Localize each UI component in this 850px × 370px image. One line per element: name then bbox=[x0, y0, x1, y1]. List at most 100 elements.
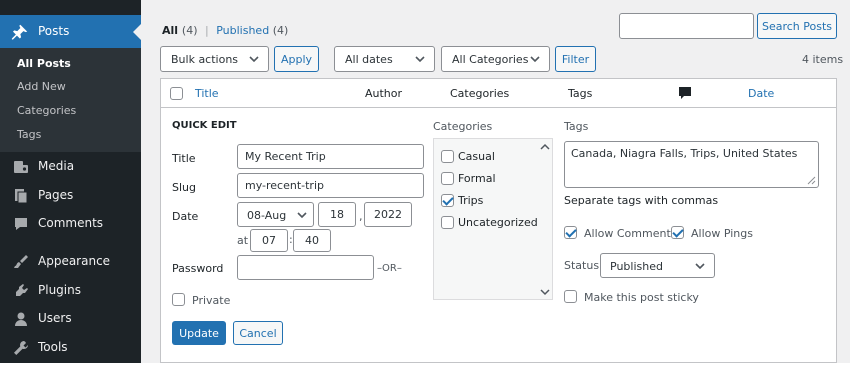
category-checkbox-casual[interactable] bbox=[441, 150, 454, 163]
categories-heading: Categories bbox=[433, 120, 493, 133]
month-select[interactable]: 08-Aug bbox=[237, 202, 314, 227]
slug-input[interactable]: my-recent-trip bbox=[237, 173, 424, 198]
minute-input[interactable]: 40 bbox=[293, 229, 331, 252]
sidebar-item-label: Tools bbox=[38, 340, 68, 354]
sidebar-item-label: Appearance bbox=[38, 254, 111, 268]
apply-button[interactable]: Apply bbox=[274, 46, 319, 72]
sticky-checkbox[interactable] bbox=[564, 290, 577, 303]
cancel-button[interactable]: Cancel bbox=[233, 321, 283, 345]
sidebar-item-label: Plugins bbox=[38, 283, 81, 297]
submenu-tags[interactable]: Tags bbox=[17, 128, 41, 141]
sidebar-item-users[interactable]: Users bbox=[0, 305, 141, 333]
posts-submenu: All Posts Add New Categories Tags bbox=[0, 48, 141, 152]
tools-icon bbox=[13, 340, 29, 359]
sidebar-item-label: Pages bbox=[38, 188, 74, 202]
tags-heading: Tags bbox=[564, 120, 589, 133]
date-label: Date bbox=[172, 210, 199, 223]
chevron-down-icon bbox=[694, 257, 706, 278]
sidebar-item-tools[interactable]: Tools bbox=[0, 334, 141, 362]
sticky-label: Make this post sticky bbox=[584, 291, 699, 304]
category-checkbox-uncategorized[interactable] bbox=[441, 216, 454, 229]
chevron-down-icon bbox=[248, 50, 260, 71]
category-checkbox-trips[interactable] bbox=[441, 194, 454, 207]
dates-value: All dates bbox=[345, 53, 393, 66]
sidebar-item-label: Posts bbox=[38, 24, 70, 38]
pin-icon bbox=[11, 23, 29, 44]
status-links: All (4) | Published (4) bbox=[162, 24, 288, 37]
tags-textarea[interactable]: Canada, Niagra Falls, Trips, United Stat… bbox=[564, 141, 819, 188]
select-all-checkbox[interactable] bbox=[170, 87, 183, 100]
allow-comments-checkbox[interactable] bbox=[564, 226, 577, 239]
day-input[interactable]: 18 bbox=[318, 202, 356, 227]
categories-value: All Categories bbox=[452, 53, 529, 66]
status-label: Status bbox=[564, 259, 600, 272]
update-button[interactable]: Update bbox=[172, 321, 226, 345]
column-categories-header: Categories bbox=[450, 87, 510, 100]
submenu-categories[interactable]: Categories bbox=[17, 104, 76, 117]
checklist-scrollbar[interactable] bbox=[538, 139, 552, 299]
items-count: 4 items bbox=[802, 53, 844, 66]
bulk-actions-value: Bulk actions bbox=[171, 53, 239, 66]
bulk-actions-select[interactable]: Bulk actions bbox=[160, 46, 269, 72]
category-label: Trips bbox=[458, 194, 484, 207]
allow-pings-label: Allow Pings bbox=[691, 227, 753, 240]
status-all-link[interactable]: All (4) bbox=[162, 24, 198, 37]
dates-filter-select[interactable]: All dates bbox=[334, 46, 435, 72]
allow-comments-label: Allow Comments bbox=[584, 227, 677, 240]
categories-filter-select[interactable]: All Categories bbox=[441, 46, 550, 72]
active-arrow bbox=[133, 24, 141, 40]
column-tags-header: Tags bbox=[568, 87, 593, 100]
plugins-icon bbox=[13, 283, 29, 302]
sidebar-item-appearance[interactable]: Appearance bbox=[0, 248, 141, 276]
tags-hint: Separate tags with commas bbox=[564, 194, 719, 207]
filter-button[interactable]: Filter bbox=[555, 46, 596, 72]
sidebar-item-pages[interactable]: Pages bbox=[0, 182, 141, 210]
sidebar-item-plugins[interactable]: Plugins bbox=[0, 277, 141, 305]
status-all-count: (4) bbox=[181, 24, 198, 37]
category-label: Uncategorized bbox=[458, 216, 538, 229]
date-comma: , bbox=[359, 210, 363, 223]
title-label: Title bbox=[172, 152, 196, 165]
at-label: at bbox=[237, 234, 249, 247]
submenu-add-new[interactable]: Add New bbox=[17, 80, 66, 93]
allow-pings-checkbox[interactable] bbox=[671, 226, 684, 239]
title-input[interactable]: My Recent Trip bbox=[237, 144, 424, 169]
column-title-header[interactable]: Title bbox=[195, 87, 219, 100]
status-separator: | bbox=[205, 24, 209, 37]
or-label: –OR– bbox=[377, 263, 402, 274]
scroll-up-icon[interactable] bbox=[540, 141, 550, 154]
chevron-down-icon bbox=[296, 206, 308, 227]
status-select[interactable]: Published bbox=[600, 253, 715, 278]
media-icon bbox=[13, 159, 29, 178]
table-header-row: Title Author Categories Tags Date bbox=[161, 79, 836, 108]
private-checkbox[interactable] bbox=[172, 293, 185, 306]
column-author-header: Author bbox=[365, 87, 403, 100]
status-value: Published bbox=[610, 260, 663, 273]
status-published-link[interactable]: Published (4) bbox=[216, 24, 288, 37]
private-label: Private bbox=[192, 294, 231, 307]
sidebar-item-label: Media bbox=[38, 159, 75, 173]
month-value: 08-Aug bbox=[247, 209, 287, 222]
search-input[interactable] bbox=[619, 13, 754, 39]
sidebar-item-posts[interactable]: Posts bbox=[0, 15, 141, 48]
status-published-count: (4) bbox=[272, 24, 289, 37]
password-input[interactable] bbox=[237, 255, 374, 280]
posts-table: Title Author Categories Tags Date QUICK … bbox=[160, 78, 837, 363]
year-input[interactable]: 2022 bbox=[364, 202, 412, 227]
resize-handle-icon[interactable] bbox=[806, 175, 816, 188]
users-icon bbox=[13, 311, 29, 330]
sidebar-item-media[interactable]: Media bbox=[0, 153, 141, 181]
comment-bubble-icon[interactable] bbox=[678, 86, 692, 103]
category-checkbox-formal[interactable] bbox=[441, 172, 454, 185]
column-date-header[interactable]: Date bbox=[748, 87, 774, 100]
sidebar-item-label: Comments bbox=[38, 216, 104, 230]
hour-input[interactable]: 07 bbox=[250, 229, 288, 252]
submenu-all-posts[interactable]: All Posts bbox=[17, 57, 71, 70]
scroll-down-icon[interactable] bbox=[540, 286, 550, 299]
category-checklist[interactable]: Casual Formal Trips Uncategorized bbox=[433, 138, 553, 300]
search-posts-button[interactable]: Search Posts bbox=[757, 13, 837, 39]
sidebar-item-comments[interactable]: Comments bbox=[0, 210, 141, 238]
quick-edit-heading: QUICK EDIT bbox=[172, 120, 237, 131]
category-label: Formal bbox=[458, 172, 496, 185]
category-label: Casual bbox=[458, 150, 495, 163]
